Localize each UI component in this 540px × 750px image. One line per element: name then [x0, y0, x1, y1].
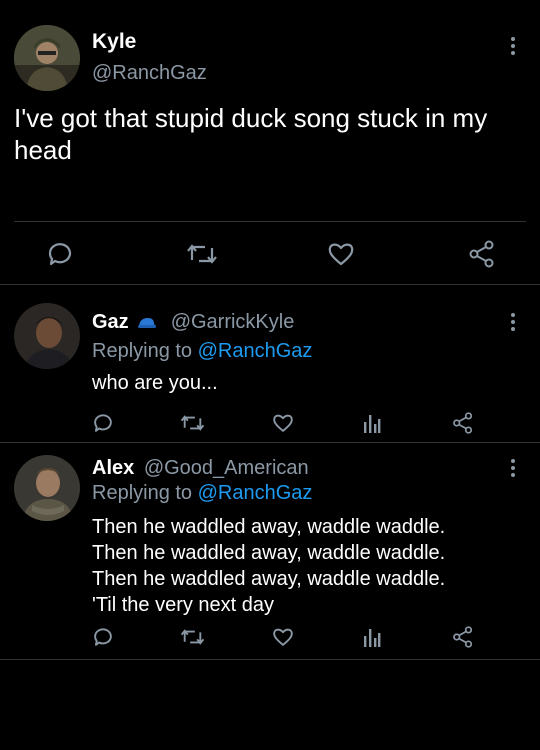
tweet-text: I've got that stupid duck song stuck in … [14, 102, 487, 166]
reply-icon[interactable] [46, 240, 74, 268]
replying-to-handle[interactable]: @RanchGaz [198, 482, 313, 504]
like-icon[interactable] [272, 626, 294, 648]
more-options-icon[interactable] [511, 459, 515, 477]
share-icon[interactable] [452, 412, 474, 434]
tweet-text-line-2: head [14, 135, 72, 165]
reply-icon[interactable] [92, 412, 114, 434]
reply-text: who are you... [92, 372, 218, 394]
reply-icon[interactable] [92, 626, 114, 648]
replying-to-label: Replying to [92, 340, 193, 362]
reply-text-line: Then he waddled away, waddle waddle. [92, 542, 446, 564]
avatar[interactable] [14, 25, 80, 91]
replying-to: Replying to @RanchGaz [92, 482, 312, 505]
avatar[interactable] [14, 303, 80, 369]
retweet-icon[interactable] [180, 412, 205, 434]
author-name[interactable]: Kyle [92, 30, 136, 54]
reply-text-line: Then he waddled away, waddle waddle. [92, 516, 446, 538]
tweet-text-line-1: I've got that stupid duck song stuck in … [14, 103, 488, 133]
more-options-icon[interactable] [511, 37, 515, 55]
reply-header: Alex @Good_American [92, 457, 309, 480]
divider [14, 221, 526, 222]
divider [0, 284, 540, 285]
divider [0, 659, 540, 660]
retweet-icon[interactable] [186, 240, 218, 268]
reply-header: Gaz @GarrickKyle [92, 311, 294, 334]
blue-cap-icon [137, 316, 157, 330]
retweet-icon[interactable] [180, 626, 205, 648]
like-icon[interactable] [327, 240, 355, 268]
author-name[interactable]: Gaz [92, 311, 129, 334]
divider [0, 442, 540, 443]
analytics-icon[interactable] [362, 412, 382, 434]
soldier-avatar-icon [14, 25, 80, 91]
reply-text: Then he waddled away, waddle waddle. The… [92, 514, 445, 618]
author-name[interactable]: Alex [92, 457, 134, 479]
more-options-icon[interactable] [511, 313, 515, 331]
author-handle[interactable]: @GarrickKyle [171, 311, 295, 334]
replying-to: Replying to @RanchGaz [92, 340, 312, 363]
share-icon[interactable] [468, 240, 496, 268]
share-icon[interactable] [452, 626, 474, 648]
replying-to-label: Replying to [92, 482, 193, 504]
author-handle[interactable]: @Good_American [144, 457, 309, 479]
reply-text-line: Then he waddled away, waddle waddle. [92, 568, 446, 590]
reply-text-line: 'Til the very next day [92, 594, 275, 616]
author-handle[interactable]: @RanchGaz [92, 62, 207, 85]
replying-to-handle[interactable]: @RanchGaz [198, 340, 313, 362]
like-icon[interactable] [272, 412, 294, 434]
avatar[interactable] [14, 455, 80, 521]
analytics-icon[interactable] [362, 626, 382, 648]
